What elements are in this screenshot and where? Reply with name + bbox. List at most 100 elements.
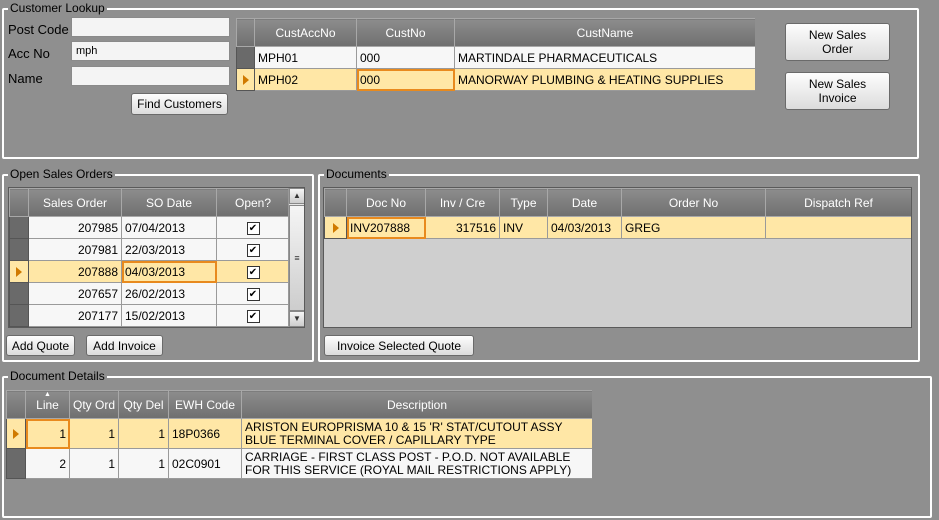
col-qty-ord[interactable]: Qty Ord [69,390,119,419]
current-row-arrow-icon [16,267,22,278]
col-open[interactable]: Open? [216,188,290,217]
cell-open[interactable]: ✔ [216,260,290,283]
open-checkbox[interactable]: ✔ [246,222,260,235]
scroll-down-icon[interactable]: ▼ [289,311,304,327]
row-indicator[interactable] [236,46,255,69]
col-type[interactable]: Type [499,188,548,217]
cell-qty-ord[interactable]: 1 [69,418,119,449]
cell-description[interactable]: CARRIAGE - FIRST CLASS POST - P.O.D. NOT… [241,448,592,479]
customer-grid: CustAccNo CustNo CustName MPH01 000 MART… [236,18,755,95]
new-sales-order-button[interactable]: New Sales Order [785,23,890,61]
customer-row[interactable]: MPH01 000 MARTINDALE PHARMACEUTICALS [236,46,755,69]
cell-so-date[interactable]: 22/03/2013 [121,238,217,261]
cell-order-no[interactable]: GREG [621,216,766,239]
col-inv-cre[interactable]: Inv / Cre [425,188,500,217]
cell-sales-order[interactable]: 207657 [28,282,122,305]
row-indicator[interactable] [236,68,255,91]
cell-sales-order[interactable]: 207985 [28,216,122,239]
cell-line-focused[interactable]: 1 [25,418,70,449]
cell-qty-del[interactable]: 1 [118,418,169,449]
cell-doc-no-focused[interactable]: INV207888 [346,216,426,239]
row-indicator-header [324,188,347,217]
add-invoice-button[interactable]: Add Invoice [86,335,163,356]
cell-custaccno[interactable]: MPH02 [254,68,357,91]
name-label: Name [8,71,43,86]
cell-sales-order[interactable]: 207888 [28,260,122,283]
row-indicator[interactable] [9,260,29,283]
open-checkbox[interactable]: ✔ [246,266,260,279]
cell-type[interactable]: INV [499,216,548,239]
cell-so-date[interactable]: 26/02/2013 [121,282,217,305]
open-checkbox[interactable]: ✔ [246,244,260,257]
cell-ewh-code[interactable]: 02C0901 [168,448,242,479]
col-so-date[interactable]: SO Date [121,188,217,217]
cell-open[interactable]: ✔ [216,216,290,239]
cell-custname[interactable]: MANORWAY PLUMBING & HEATING SUPPLIES [454,68,755,91]
cell-so-date[interactable]: 07/04/2013 [121,216,217,239]
cell-custno-focused[interactable]: 000 [356,68,455,91]
post-code-label: Post Code [8,22,69,37]
col-sales-order[interactable]: Sales Order [28,188,122,217]
cell-description[interactable]: ARISTON EUROPRISMA 10 & 15 'R' STAT/CUTO… [241,418,592,449]
sales-order-row[interactable]: 207985 07/04/2013 ✔ [9,216,290,239]
row-indicator[interactable] [6,448,26,479]
scroll-thumb[interactable]: ≡ [289,205,304,311]
customer-row-selected[interactable]: MPH02 000 MANORWAY PLUMBING & HEATING SU… [236,68,755,91]
post-code-input[interactable] [71,17,230,37]
col-custno[interactable]: CustNo [356,18,455,47]
cell-sales-order[interactable]: 207177 [28,304,122,327]
cell-custname[interactable]: MARTINDALE PHARMACEUTICALS [454,46,755,69]
current-row-arrow-icon [13,429,19,440]
open-checkbox[interactable]: ✔ [246,288,260,301]
col-description[interactable]: Description [241,390,592,419]
cell-qty-ord[interactable]: 1 [69,448,119,479]
col-qty-del[interactable]: Qty Del [118,390,169,419]
cell-date[interactable]: 04/03/2013 [547,216,622,239]
cell-ewh-code[interactable]: 18P0366 [168,418,242,449]
cell-custno[interactable]: 000 [356,46,455,69]
cell-dispatch-ref[interactable] [765,216,911,239]
new-sales-invoice-button[interactable]: New Sales Invoice [785,72,890,110]
add-quote-button[interactable]: Add Quote [6,335,75,356]
row-indicator[interactable] [9,216,29,239]
cell-open[interactable]: ✔ [216,238,290,261]
cell-line[interactable]: 2 [25,448,70,479]
row-indicator[interactable] [9,238,29,261]
document-details-header: ▲ Line Qty Ord Qty Del EWH Code Descripti… [6,390,592,419]
sales-order-row[interactable]: 207981 22/03/2013 ✔ [9,238,290,261]
open-checkbox[interactable]: ✔ [246,310,260,323]
col-ewh-code[interactable]: EWH Code [168,390,242,419]
row-indicator[interactable] [6,418,26,449]
sales-order-row[interactable]: 207177 15/02/2013 ✔ [9,304,290,327]
name-input[interactable] [71,66,230,86]
row-indicator[interactable] [9,282,29,305]
col-order-no[interactable]: Order No [621,188,766,217]
row-indicator[interactable] [324,216,347,239]
sales-order-row-selected[interactable]: 207888 04/03/2013 ✔ [9,260,290,283]
scroll-up-icon[interactable]: ▲ [289,188,304,204]
cell-custaccno[interactable]: MPH01 [254,46,357,69]
cell-so-date-focused[interactable]: 04/03/2013 [121,260,217,283]
detail-row-selected[interactable]: 1 1 1 18P0366 ARISTON EUROPRISMA 10 & 15… [6,418,592,449]
cell-open[interactable]: ✔ [216,282,290,305]
row-indicator[interactable] [9,304,29,327]
col-line[interactable]: ▲ Line [25,390,70,419]
detail-row[interactable]: 2 1 1 02C0901 CARRIAGE - FIRST CLASS POS… [6,448,592,479]
acc-no-input[interactable] [71,41,230,61]
documents-title: Documents [324,167,389,181]
invoice-selected-quote-button[interactable]: Invoice Selected Quote [324,335,474,356]
cell-so-date[interactable]: 15/02/2013 [121,304,217,327]
find-customers-button[interactable]: Find Customers [131,93,228,115]
sales-order-row[interactable]: 207657 26/02/2013 ✔ [9,282,290,305]
cell-inv-cre[interactable]: 317516 [425,216,500,239]
cell-open[interactable]: ✔ [216,304,290,327]
cell-qty-del[interactable]: 1 [118,448,169,479]
col-custname[interactable]: CustName [454,18,755,47]
col-date[interactable]: Date [547,188,622,217]
col-dispatch-ref[interactable]: Dispatch Ref [765,188,911,217]
sales-orders-scrollbar[interactable]: ▲ ≡ ▼ [288,188,304,327]
document-row-selected[interactable]: INV207888 317516 INV 04/03/2013 GREG [324,216,911,239]
col-custaccno[interactable]: CustAccNo [254,18,357,47]
col-doc-no[interactable]: Doc No [346,188,426,217]
cell-sales-order[interactable]: 207981 [28,238,122,261]
